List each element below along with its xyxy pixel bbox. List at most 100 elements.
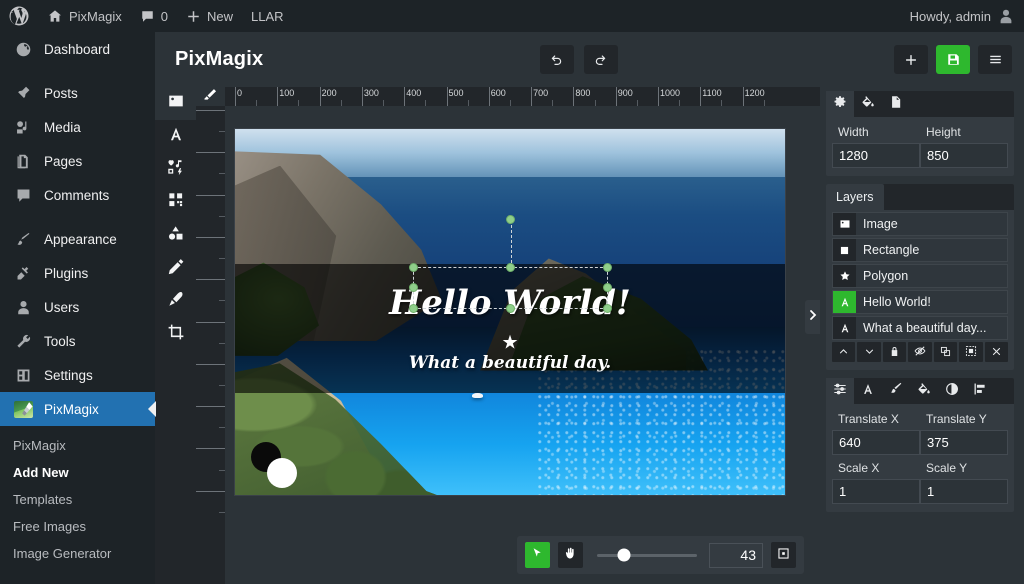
fit-to-screen-icon: [777, 547, 790, 563]
fit-to-screen-button[interactable]: [771, 542, 796, 568]
pencil-tool[interactable]: [155, 252, 196, 285]
sidebar-item-tools[interactable]: Tools: [0, 324, 155, 358]
pan-tool-button[interactable]: [558, 542, 583, 568]
ruler-tick: [196, 406, 225, 407]
polygon-star-layer[interactable]: ★: [501, 334, 518, 353]
submenu-item-templates[interactable]: Templates: [0, 486, 155, 513]
lock-layer-button[interactable]: [883, 342, 906, 362]
fill-tab[interactable]: [910, 378, 938, 404]
editor-workspace: 0100200300400500600700800900100011001200…: [155, 87, 1024, 584]
translate-y-input[interactable]: 375: [920, 430, 1008, 455]
layer-row-image[interactable]: Image: [832, 212, 1008, 236]
duplicate-layer-button[interactable]: [934, 342, 957, 362]
vertical-ruler[interactable]: -1000100200300400500600700800900: [196, 87, 225, 584]
ruler-label: 400: [196, 280, 197, 295]
select-tool-button[interactable]: [525, 542, 550, 568]
ruler-label: 500: [196, 323, 197, 338]
resize-handle-bottom-right[interactable]: [603, 304, 612, 313]
media-icon: [13, 117, 33, 137]
save-button[interactable]: [936, 45, 970, 74]
zoom-slider-knob[interactable]: [618, 549, 631, 562]
sidebar-item-posts[interactable]: Posts: [0, 76, 155, 110]
layer-row-rectangle[interactable]: Rectangle: [832, 238, 1008, 262]
hand-icon: [564, 547, 577, 563]
project-settings-tab[interactable]: [826, 91, 854, 117]
plug-icon: [13, 263, 33, 283]
sidebar-item-media[interactable]: Media: [0, 110, 155, 144]
ruler-label: 700: [531, 88, 548, 98]
submenu-item-image-generator[interactable]: Image Generator: [0, 540, 155, 567]
undo-button[interactable]: [540, 45, 574, 74]
sidebar-item-pixmagix[interactable]: PixMagix: [0, 392, 155, 426]
canvas-scroll[interactable]: Hello World! ★ What a beautiful day.: [225, 106, 820, 584]
tool-palette: [155, 87, 196, 584]
sidebar-item-pages[interactable]: Pages: [0, 144, 155, 178]
sidebar-item-settings[interactable]: Settings: [0, 358, 155, 392]
redo-button[interactable]: [584, 45, 618, 74]
new-content-link[interactable]: New: [177, 0, 242, 32]
my-account-menu[interactable]: Howdy, admin: [901, 0, 1024, 32]
horizontal-ruler[interactable]: 0100200300400500600700800900100011001200: [225, 87, 820, 106]
comments-link[interactable]: 0: [131, 0, 177, 32]
sidebar-item-comments[interactable]: Comments: [0, 178, 155, 212]
hide-layer-button[interactable]: [908, 342, 931, 362]
editor-menu-button[interactable]: [978, 45, 1012, 74]
ruler-label: 800: [196, 449, 197, 464]
add-layer-button[interactable]: [894, 45, 928, 74]
sidebar-item-users[interactable]: Users: [0, 290, 155, 324]
image-tool[interactable]: [155, 87, 196, 120]
selection-box[interactable]: [413, 267, 608, 309]
wp-logo-menu[interactable]: [0, 0, 38, 32]
resize-handle-top-center[interactable]: [506, 263, 515, 272]
project-background-tab[interactable]: [854, 91, 882, 117]
layer-row-hello-world[interactable]: Hello World!: [832, 290, 1008, 314]
project-meta-tab[interactable]: [882, 91, 910, 117]
move-layer-down-button[interactable]: [857, 342, 880, 362]
scale-y-input[interactable]: 1: [920, 479, 1008, 504]
sticker-tool[interactable]: [155, 153, 196, 186]
panel-expand-toggle[interactable]: [805, 300, 820, 334]
site-name-link[interactable]: PixMagix: [38, 0, 131, 32]
height-input[interactable]: 850: [920, 143, 1008, 168]
sidebar-item-appearance[interactable]: Appearance: [0, 222, 155, 256]
editor-canvas[interactable]: Hello World! ★ What a beautiful day.: [235, 129, 785, 495]
canvas-subheading-text[interactable]: What a beautiful day.: [409, 353, 611, 373]
llar-link[interactable]: LLAR: [242, 0, 293, 32]
shape-tool[interactable]: [155, 219, 196, 252]
sidebar-item-plugins[interactable]: Plugins: [0, 256, 155, 290]
text-tool[interactable]: [155, 120, 196, 153]
align-tab[interactable]: [966, 378, 994, 404]
zoom-slider[interactable]: [597, 542, 697, 568]
filters-tab[interactable]: [938, 378, 966, 404]
resize-handle-middle-right[interactable]: [603, 283, 612, 292]
delete-layer-button[interactable]: [985, 342, 1008, 362]
translate-x-input[interactable]: 640: [832, 430, 920, 455]
eraser-tool[interactable]: [196, 87, 225, 106]
submenu-item-add-new[interactable]: Add New: [0, 459, 155, 486]
resize-handle-bottom-left[interactable]: [409, 304, 418, 313]
background-color-swatch[interactable]: [267, 458, 297, 488]
resize-handle-middle-left[interactable]: [409, 283, 418, 292]
pen-tool[interactable]: [155, 285, 196, 318]
crop-tool[interactable]: [155, 318, 196, 351]
mask-layer-button[interactable]: [959, 342, 982, 362]
resize-handle-bottom-center[interactable]: [506, 304, 515, 313]
scale-x-input[interactable]: 1: [832, 479, 920, 504]
typography-tab[interactable]: [854, 378, 882, 404]
resize-handle-top-right[interactable]: [603, 263, 612, 272]
layer-row-polygon[interactable]: Polygon: [832, 264, 1008, 288]
shapes-grid-tool[interactable]: [155, 186, 196, 219]
resize-handle-top-left[interactable]: [409, 263, 418, 272]
tab-layers[interactable]: Layers: [826, 184, 884, 210]
width-input[interactable]: 1280: [832, 143, 920, 168]
layer-row-what-a-beautiful-day[interactable]: What a beautiful day...: [832, 316, 1008, 340]
submenu-item-pixmagix[interactable]: PixMagix: [0, 432, 155, 459]
stroke-tab[interactable]: [882, 378, 910, 404]
move-layer-up-button[interactable]: [832, 342, 855, 362]
transform-tab[interactable]: [826, 378, 854, 404]
submenu-item-free-images[interactable]: Free Images: [0, 513, 155, 540]
ruler-label: 1200: [743, 88, 765, 98]
rotate-handle[interactable]: [506, 215, 515, 224]
zoom-value-input[interactable]: 43: [709, 543, 763, 568]
sidebar-item-dashboard[interactable]: Dashboard: [0, 32, 155, 66]
